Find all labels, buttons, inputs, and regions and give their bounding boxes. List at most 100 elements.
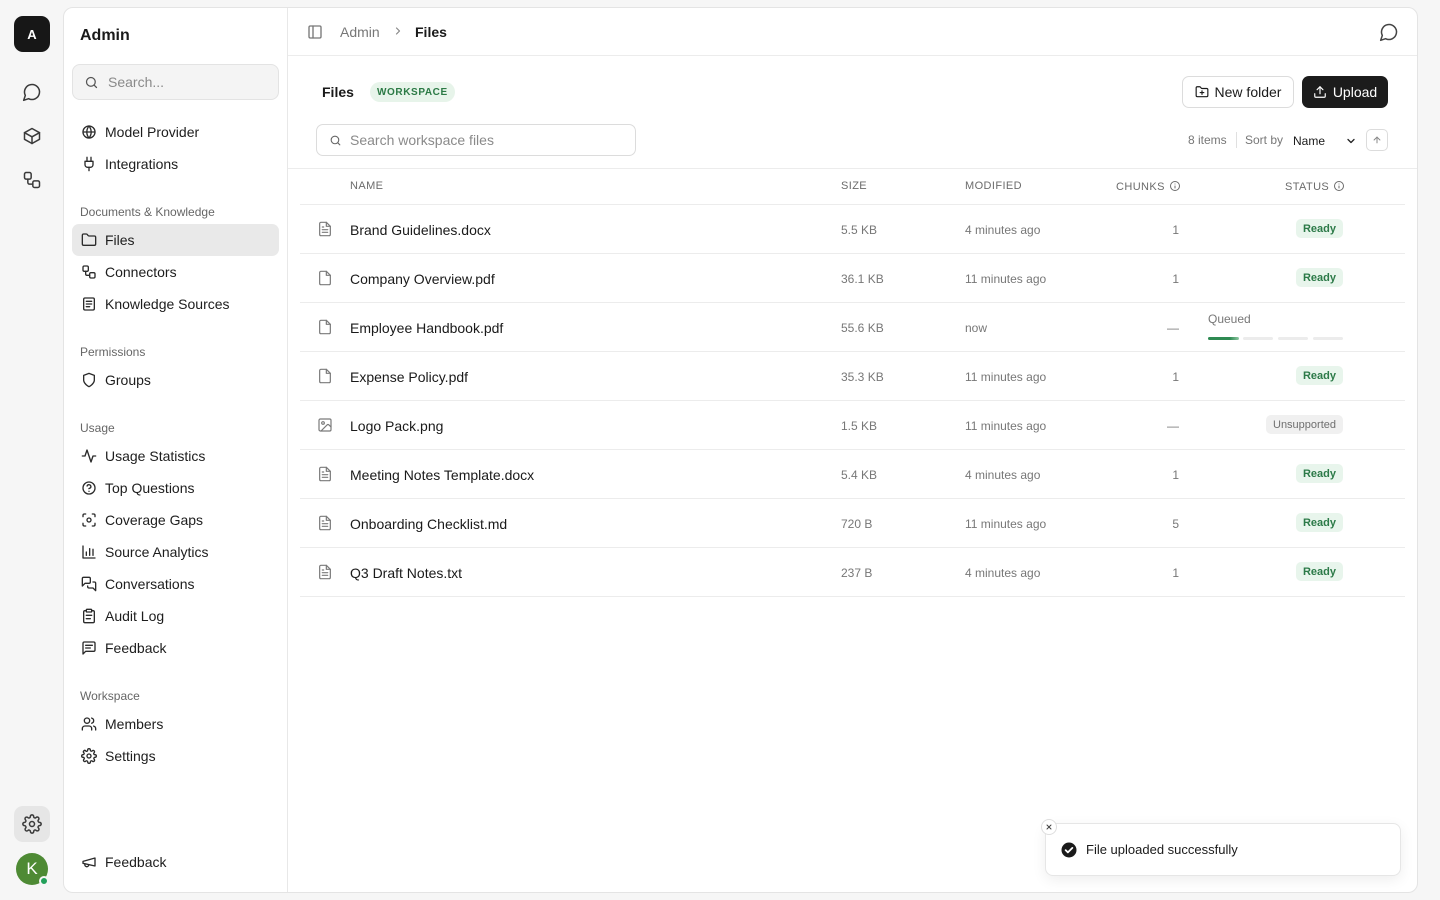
sidebar-toggle-icon[interactable]	[307, 24, 323, 40]
table-row[interactable]: Employee Handbook.pdf 55.6 KB now — Queu…	[300, 303, 1405, 352]
sidebar-item-knowledge-sources[interactable]: Knowledge Sources	[72, 288, 279, 320]
sort-by-label: Sort by	[1245, 133, 1284, 147]
workspace-avatar[interactable]: A	[14, 16, 50, 52]
status-badge: Ready	[1295, 513, 1343, 532]
file-chunks: 1	[1172, 566, 1179, 580]
workflow-icon[interactable]	[14, 162, 50, 198]
admin-sidebar: Admin Search... Model Provider Integrati…	[64, 8, 288, 892]
sidebar-item-coverage-gaps[interactable]: Coverage Gaps	[72, 504, 279, 536]
chat-icon[interactable]	[14, 74, 50, 110]
new-folder-button[interactable]: New folder	[1182, 76, 1294, 108]
file-chunks: 1	[1172, 223, 1179, 237]
info-icon[interactable]	[1333, 180, 1345, 192]
bar-chart-icon	[81, 544, 97, 560]
sidebar-item-members[interactable]: Members	[72, 708, 279, 740]
table-row[interactable]: Q3 Draft Notes.txt 237 B 4 minutes ago 1…	[300, 548, 1405, 597]
column-name[interactable]: NAME	[350, 180, 383, 192]
image-icon	[317, 417, 333, 433]
progress-segment	[1243, 337, 1273, 340]
workspace-search-input[interactable]: Search workspace files	[316, 124, 636, 156]
scan-icon	[81, 512, 97, 528]
app-rail: A K	[0, 0, 64, 900]
file-size: 35.3 KB	[841, 370, 884, 384]
upload-button[interactable]: Upload	[1302, 76, 1388, 108]
breadcrumb-admin[interactable]: Admin	[340, 24, 380, 40]
processing-progress-bar	[1208, 337, 1343, 340]
workspace-search-placeholder: Search workspace files	[350, 132, 494, 148]
globe-icon	[81, 124, 97, 140]
file-name[interactable]: Onboarding Checklist.md	[350, 516, 507, 532]
sidebar-search-input[interactable]: Search...	[72, 64, 279, 100]
chevron-right-icon	[392, 25, 404, 37]
clipboard-icon	[81, 608, 97, 624]
column-size[interactable]: SIZE	[841, 180, 867, 192]
file-size: 720 B	[841, 517, 873, 531]
file-size: 1.5 KB	[841, 419, 878, 433]
sidebar-item-conversations[interactable]: Conversations	[72, 568, 279, 600]
sidebar-item-audit-log[interactable]: Audit Log	[72, 600, 279, 632]
chat-bubble-icon[interactable]	[1379, 22, 1399, 42]
file-chunks: 1	[1172, 370, 1179, 384]
sidebar-item-label: Integrations	[105, 156, 179, 172]
info-icon[interactable]	[1169, 180, 1181, 192]
file-modified: 4 minutes ago	[965, 566, 1041, 580]
column-chunks[interactable]: CHUNKS	[1116, 181, 1165, 193]
file-name[interactable]: Employee Handbook.pdf	[350, 320, 503, 336]
sort-direction-button[interactable]	[1366, 129, 1388, 151]
file-modified: 4 minutes ago	[965, 468, 1041, 482]
table-header: NAME SIZE MODIFIED CHUNKS STATUS	[300, 180, 1405, 204]
column-chunks-header: CHUNKS	[1116, 180, 1181, 193]
column-status[interactable]: STATUS	[1285, 181, 1329, 193]
file-name[interactable]: Brand Guidelines.docx	[350, 222, 491, 238]
file-chunks: 5	[1172, 517, 1179, 531]
check-circle-icon	[1061, 842, 1077, 857]
file-chunks: 1	[1172, 272, 1179, 286]
file-name[interactable]: Expense Policy.pdf	[350, 369, 468, 385]
app-frame: Admin Search... Model Provider Integrati…	[63, 7, 1418, 893]
file-name[interactable]: Q3 Draft Notes.txt	[350, 565, 462, 581]
progress-segment	[1278, 337, 1308, 340]
sidebar-item-groups[interactable]: Groups	[72, 364, 279, 396]
file-chunks: —	[1167, 321, 1179, 335]
online-status-dot	[39, 876, 49, 886]
files-list: Brand Guidelines.docx 5.5 KB 4 minutes a…	[300, 204, 1405, 597]
sidebar-item-label: Model Provider	[105, 124, 200, 140]
megaphone-icon	[81, 854, 97, 870]
connectors-icon	[81, 264, 97, 280]
table-row[interactable]: Expense Policy.pdf 35.3 KB 11 minutes ag…	[300, 352, 1405, 401]
table-row[interactable]: Meeting Notes Template.docx 5.4 KB 4 min…	[300, 450, 1405, 499]
sidebar-item-feedback[interactable]: Feedback	[72, 632, 279, 664]
toast-close-icon[interactable]	[1041, 819, 1057, 835]
sidebar-item-source-analytics[interactable]: Source Analytics	[72, 536, 279, 568]
sidebar-footer-feedback[interactable]: Feedback	[72, 846, 279, 878]
sidebar-item-files[interactable]: Files	[72, 224, 279, 256]
cube-icon[interactable]	[14, 118, 50, 154]
sidebar-item-label: Files	[105, 232, 135, 248]
sidebar-item-label: Settings	[105, 748, 156, 764]
sidebar-item-label: Groups	[105, 372, 151, 388]
column-modified[interactable]: MODIFIED	[965, 180, 1022, 192]
plug-icon	[81, 156, 97, 172]
file-size: 5.4 KB	[841, 468, 878, 482]
file-modified: 11 minutes ago	[965, 419, 1047, 433]
file-modified: 11 minutes ago	[965, 272, 1047, 286]
sidebar-item-integrations[interactable]: Integrations	[72, 148, 279, 180]
document-text-icon	[317, 564, 333, 580]
sidebar-item-usage-statistics[interactable]: Usage Statistics	[72, 440, 279, 472]
file-name[interactable]: Logo Pack.png	[350, 418, 443, 434]
file-name[interactable]: Company Overview.pdf	[350, 271, 495, 287]
table-row[interactable]: Onboarding Checklist.md 720 B 11 minutes…	[300, 499, 1405, 548]
sidebar-search-placeholder: Search...	[108, 74, 165, 90]
file-name[interactable]: Meeting Notes Template.docx	[350, 467, 534, 483]
table-row[interactable]: Logo Pack.png 1.5 KB 11 minutes ago — Un…	[300, 401, 1405, 450]
sidebar-item-top-questions[interactable]: Top Questions	[72, 472, 279, 504]
section-title-workspace: Workspace	[80, 689, 140, 703]
file-modified: 4 minutes ago	[965, 223, 1041, 237]
sidebar-item-settings[interactable]: Settings	[72, 740, 279, 772]
table-row[interactable]: Brand Guidelines.docx 5.5 KB 4 minutes a…	[300, 205, 1405, 254]
table-row[interactable]: Company Overview.pdf 36.1 KB 11 minutes …	[300, 254, 1405, 303]
sidebar-item-connectors[interactable]: Connectors	[72, 256, 279, 288]
gear-icon[interactable]	[14, 806, 50, 842]
sort-select[interactable]: Name	[1293, 132, 1357, 150]
sidebar-item-model-provider[interactable]: Model Provider	[72, 116, 279, 148]
